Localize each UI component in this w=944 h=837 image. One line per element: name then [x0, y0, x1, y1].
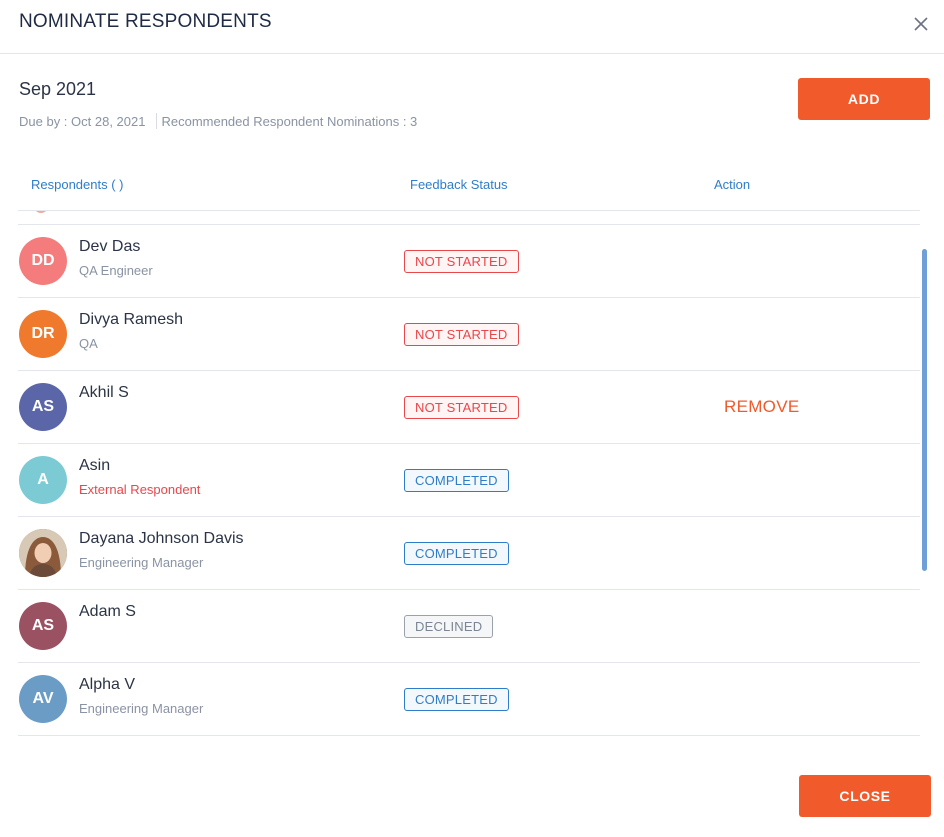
respondent-name: Divya Ramesh: [79, 311, 184, 328]
status-badge: COMPLETED: [404, 542, 509, 565]
status-badge: NOT STARTED: [404, 396, 519, 419]
table-row[interactable]: DR Divya Ramesh QA NOT STARTED: [18, 298, 920, 371]
respondent-role: Engineering Manager: [79, 555, 204, 570]
avatar: [19, 529, 67, 577]
table-row[interactable]: AS Adam S DECLINED: [18, 590, 920, 663]
header-action: Action: [714, 177, 751, 192]
respondent-name: Adam S: [79, 603, 136, 620]
status-badge: NOT STARTED: [404, 250, 519, 273]
recommended-count: Recommended Respondent Nominations : 3: [161, 113, 418, 129]
due-date: Due by : Oct 28, 2021: [19, 113, 146, 129]
header-respondents[interactable]: Respondents ( ): [31, 177, 124, 192]
respondent-role: QA Engineer: [79, 263, 153, 278]
avatar: [34, 211, 48, 213]
table-row[interactable]: DD Dev Das QA Engineer NOT STARTED: [18, 225, 920, 298]
meta-divider: [156, 113, 158, 129]
close-button[interactable]: CLOSE: [799, 775, 931, 817]
dialog-header: NOMINATE RESPONDENTS: [0, 0, 944, 54]
respondent-name: Dev Das: [79, 238, 141, 255]
status-badge: NOT STARTED: [404, 323, 519, 346]
remove-button[interactable]: REMOVE: [724, 397, 799, 417]
respondent-name: Alpha V: [79, 676, 136, 693]
avatar: AV: [19, 675, 67, 723]
avatar: AS: [19, 383, 67, 431]
respondent-role: Engineering Manager: [79, 701, 204, 716]
avatar: A: [19, 456, 67, 504]
header-feedback-status[interactable]: Feedback Status: [410, 177, 508, 192]
scrollbar[interactable]: [922, 249, 927, 571]
table-row[interactable]: AV Alpha V Engineering Manager COMPLETED: [18, 663, 920, 736]
status-badge: DECLINED: [404, 615, 494, 638]
nomination-meta: Due by : Oct 28, 2021 Recommended Respon…: [19, 113, 417, 129]
status-badge: COMPLETED: [404, 688, 509, 711]
table-header: Respondents ( ) Feedback Status Action: [18, 160, 920, 211]
partial-row: [18, 211, 920, 225]
period-label: Sep 2021: [19, 79, 97, 99]
add-button[interactable]: ADD: [798, 78, 930, 120]
avatar: DR: [19, 310, 67, 358]
respondent-list[interactable]: DD Dev Das QA Engineer NOT STARTED DR Divya R…: [18, 211, 920, 736]
external-respondent-label: External Respondent: [79, 482, 201, 497]
respondent-name: Akhil S: [79, 384, 129, 401]
respondent-role: QA: [79, 336, 98, 351]
close-icon[interactable]: [910, 13, 932, 35]
avatar: AS: [19, 602, 67, 650]
respondent-name: Dayana Johnson Davis: [79, 530, 244, 547]
dialog-title: NOMINATE RESPONDENTS: [19, 11, 272, 32]
table-row[interactable]: Dayana Johnson Davis Engineering Manager C…: [18, 517, 920, 590]
table-row[interactable]: A Asin External Respondent COMPLETED: [18, 444, 920, 517]
status-badge: COMPLETED: [404, 469, 509, 492]
respondent-name: Asin: [79, 457, 111, 474]
table-row[interactable]: AS Akhil S NOT STARTED REMOVE: [18, 371, 920, 444]
avatar: DD: [19, 237, 67, 285]
